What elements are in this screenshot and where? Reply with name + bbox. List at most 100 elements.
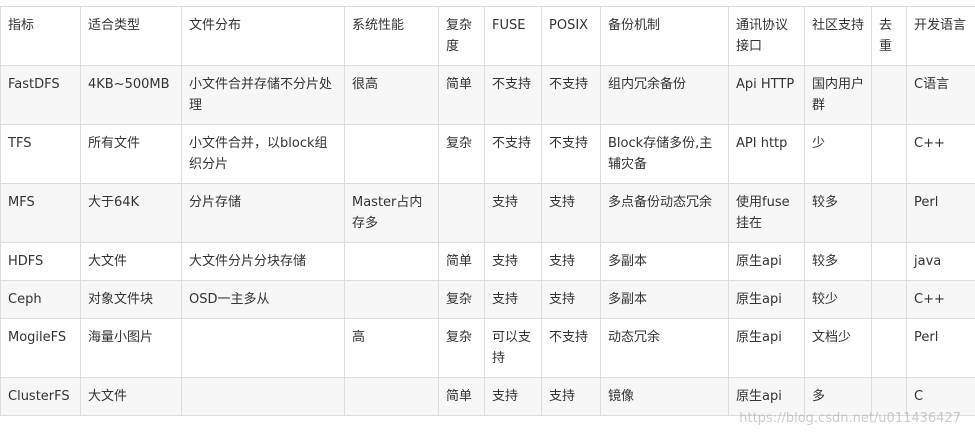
cell-suitable-type: 4KB~500MB	[80, 65, 182, 125]
cell-suitable-type: 对象文件块	[80, 280, 182, 319]
cell-fuse: 不支持	[484, 124, 542, 184]
table-row: MogileFS 海量小图片 高 复杂 可以支持 不支持 动态冗余 原生api …	[0, 318, 975, 378]
cell-complexity: 复杂	[438, 280, 485, 319]
cell-posix: 支持	[541, 377, 601, 416]
cell-protocol: 原生api	[728, 280, 805, 319]
cell-metric: TFS	[0, 124, 81, 184]
cell-file-distribution: 分片存储	[181, 183, 345, 243]
col-header-metric: 指标	[0, 6, 81, 66]
cell-community: 少	[804, 124, 872, 184]
col-header-protocol: 通讯协议接口	[728, 6, 805, 66]
cell-protocol: API http	[728, 124, 805, 184]
cell-language: Perl	[906, 318, 975, 378]
cell-language: Perl	[906, 183, 975, 243]
header-row: 指标 适合类型 文件分布 系统性能 复杂度 FUSE POSIX 备份机制 通讯…	[0, 6, 975, 66]
cell-backup: 多点备份动态冗余	[600, 183, 729, 243]
cell-metric: ClusterFS	[0, 377, 81, 416]
cell-file-distribution: 小文件合并存储不分片处理	[181, 65, 345, 125]
table-row: MFS 大于64K 分片存储 Master占内存多 支持 支持 多点备份动态冗余…	[0, 183, 975, 243]
cell-language: C语言	[906, 65, 975, 125]
col-header-fuse: FUSE	[484, 6, 542, 66]
cell-suitable-type: 所有文件	[80, 124, 182, 184]
cell-metric: MogileFS	[0, 318, 81, 378]
cell-community: 国内用户群	[804, 65, 872, 125]
cell-backup: 镜像	[600, 377, 729, 416]
cell-metric: HDFS	[0, 242, 81, 281]
cell-posix: 支持	[541, 242, 601, 281]
cell-complexity: 简单	[438, 65, 485, 125]
cell-dedup	[871, 280, 907, 319]
cell-fuse: 不支持	[484, 65, 542, 125]
cell-file-distribution	[181, 318, 345, 378]
cell-protocol: 原生api	[728, 318, 805, 378]
cell-community: 多	[804, 377, 872, 416]
cell-suitable-type: 大于64K	[80, 183, 182, 243]
cell-dedup	[871, 65, 907, 125]
cell-community: 较少	[804, 280, 872, 319]
cell-backup: Block存储多份,主辅灾备	[600, 124, 729, 184]
cell-fuse: 可以支持	[484, 318, 542, 378]
cell-posix: 不支持	[541, 318, 601, 378]
cell-file-distribution: OSD一主多从	[181, 280, 345, 319]
col-header-community: 社区支持	[804, 6, 872, 66]
cell-dedup	[871, 183, 907, 243]
cell-performance	[344, 280, 439, 319]
cell-community: 较多	[804, 183, 872, 243]
cell-file-distribution	[181, 377, 345, 416]
cell-dedup	[871, 318, 907, 378]
cell-fuse: 支持	[484, 183, 542, 243]
cell-dedup	[871, 242, 907, 281]
cell-protocol: 原生api	[728, 377, 805, 416]
cell-metric: MFS	[0, 183, 81, 243]
cell-complexity: 复杂	[438, 318, 485, 378]
cell-performance: Master占内存多	[344, 183, 439, 243]
cell-complexity: 简单	[438, 242, 485, 281]
col-header-complexity: 复杂度	[438, 6, 485, 66]
cell-file-distribution: 大文件分片分块存储	[181, 242, 345, 281]
comparison-table: 指标 适合类型 文件分布 系统性能 复杂度 FUSE POSIX 备份机制 通讯…	[0, 6, 975, 416]
cell-metric: Ceph	[0, 280, 81, 319]
cell-performance	[344, 124, 439, 184]
cell-backup: 多副本	[600, 242, 729, 281]
cell-backup: 组内冗余备份	[600, 65, 729, 125]
cell-suitable-type: 海量小图片	[80, 318, 182, 378]
cell-metric: FastDFS	[0, 65, 81, 125]
cell-protocol: Api HTTP	[728, 65, 805, 125]
table-row: FastDFS 4KB~500MB 小文件合并存储不分片处理 很高 简单 不支持…	[0, 65, 975, 125]
table-row: TFS 所有文件 小文件合并，以block组织分片 复杂 不支持 不支持 Blo…	[0, 124, 975, 184]
col-header-performance: 系统性能	[344, 6, 439, 66]
cell-complexity: 简单	[438, 377, 485, 416]
cell-fuse: 支持	[484, 377, 542, 416]
cell-performance: 高	[344, 318, 439, 378]
cell-posix: 支持	[541, 280, 601, 319]
cell-dedup	[871, 124, 907, 184]
table-row: Ceph 对象文件块 OSD一主多从 复杂 支持 支持 多副本 原生api 较少…	[0, 280, 975, 319]
cell-language: java	[906, 242, 975, 281]
cell-language: C++	[906, 124, 975, 184]
cell-language: C++	[906, 280, 975, 319]
cell-posix: 不支持	[541, 124, 601, 184]
cell-community: 文档少	[804, 318, 872, 378]
cell-posix: 支持	[541, 183, 601, 243]
cell-fuse: 支持	[484, 280, 542, 319]
cell-posix: 不支持	[541, 65, 601, 125]
cell-backup: 动态冗余	[600, 318, 729, 378]
cell-community: 较多	[804, 242, 872, 281]
col-header-suitable-type: 适合类型	[80, 6, 182, 66]
cell-performance	[344, 377, 439, 416]
col-header-backup: 备份机制	[600, 6, 729, 66]
col-header-dedup: 去重	[871, 6, 907, 66]
cell-language: C	[906, 377, 975, 416]
cell-file-distribution: 小文件合并，以block组织分片	[181, 124, 345, 184]
cell-complexity: 复杂	[438, 124, 485, 184]
table-row: HDFS 大文件 大文件分片分块存储 简单 支持 支持 多副本 原生api 较多…	[0, 242, 975, 281]
cell-complexity	[438, 183, 485, 243]
col-header-language: 开发语言	[906, 6, 975, 66]
col-header-file-distribution: 文件分布	[181, 6, 345, 66]
cell-performance: 很高	[344, 65, 439, 125]
cell-protocol: 使用fuse挂在	[728, 183, 805, 243]
cell-backup: 多副本	[600, 280, 729, 319]
cell-suitable-type: 大文件	[80, 242, 182, 281]
table-row: ClusterFS 大文件 简单 支持 支持 镜像 原生api 多 C	[0, 377, 975, 416]
cell-fuse: 支持	[484, 242, 542, 281]
